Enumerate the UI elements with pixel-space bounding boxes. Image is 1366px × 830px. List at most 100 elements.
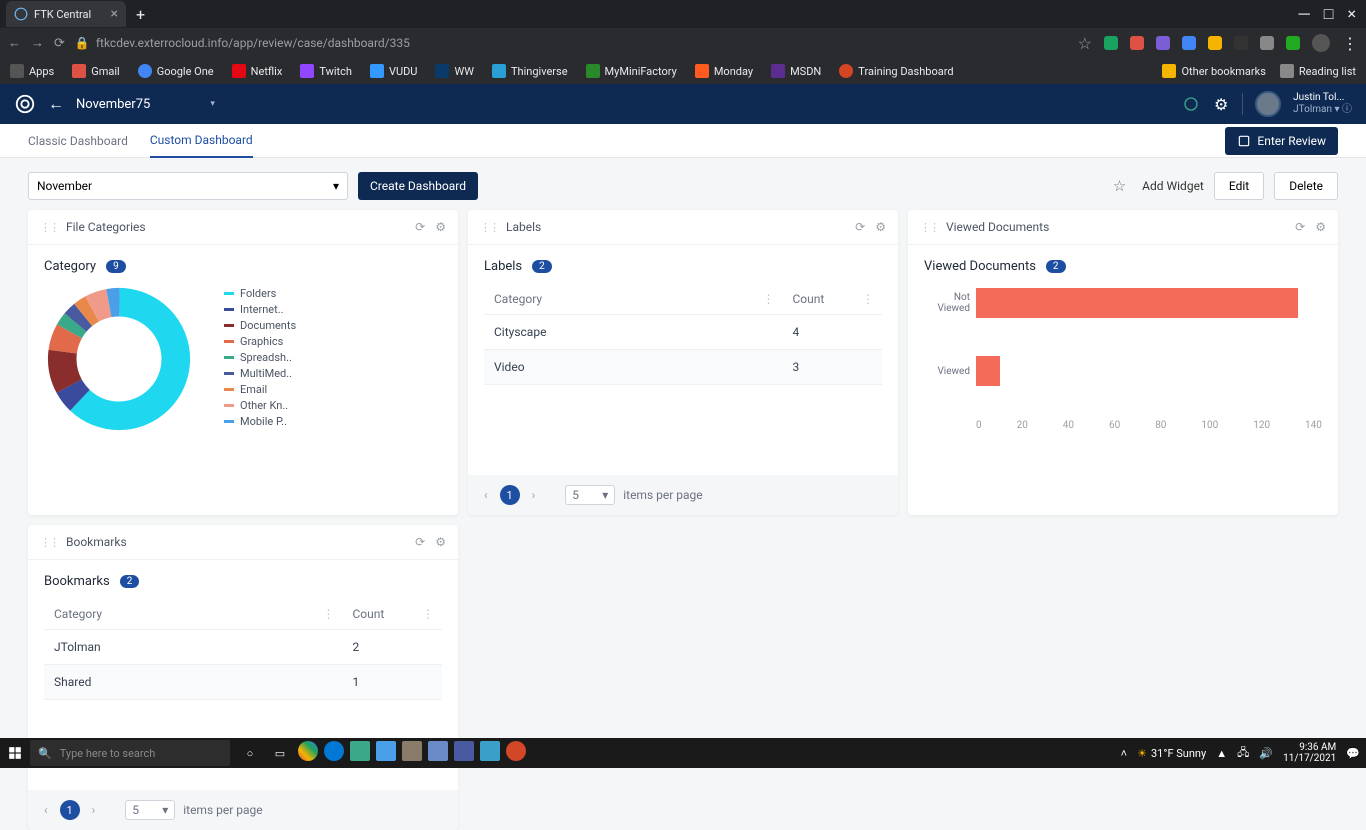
dashboard-select[interactable]: November ▾ [28, 172, 348, 200]
reading-list[interactable]: Reading list [1280, 64, 1356, 78]
column-menu-icon[interactable]: ⋮ [323, 607, 335, 621]
legend-item[interactable]: Internet.. [224, 303, 296, 316]
app-icon[interactable] [480, 741, 500, 761]
bookmark-item[interactable]: MyMiniFactory [586, 64, 677, 78]
powerpoint-icon[interactable] [506, 741, 526, 761]
bookmark-item[interactable]: Google One [138, 64, 214, 78]
tab-custom-dashboard[interactable]: Custom Dashboard [150, 124, 253, 158]
legend-item[interactable]: MultiMed.. [224, 367, 296, 380]
extension-icon[interactable] [1130, 36, 1144, 50]
bookmark-item[interactable]: WW [435, 64, 474, 78]
tray-icon[interactable]: ▲ [1216, 747, 1227, 760]
gear-icon[interactable]: ⚙ [435, 220, 446, 234]
back-icon[interactable]: ← [8, 35, 21, 51]
bookmark-apps[interactable]: Apps [10, 64, 54, 78]
weather-widget[interactable]: ☀31°F Sunny [1137, 747, 1206, 760]
delete-button[interactable]: Delete [1274, 172, 1338, 200]
bookmark-item[interactable]: Training Dashboard [839, 64, 953, 78]
extension-icon[interactable] [1286, 36, 1300, 50]
table-row[interactable]: JTolman2 [44, 630, 442, 665]
column-menu-icon[interactable]: ⋮ [763, 292, 775, 306]
forward-icon[interactable]: → [31, 35, 44, 51]
status-icon[interactable] [1182, 95, 1200, 113]
close-window-icon[interactable]: × [1347, 4, 1356, 24]
drag-handle-icon[interactable]: ⋮⋮ [920, 221, 938, 234]
back-arrow-icon[interactable]: ← [48, 94, 64, 114]
star-icon[interactable]: ☆ [1078, 34, 1092, 53]
drag-handle-icon[interactable]: ⋮⋮ [40, 536, 58, 549]
legend-item[interactable]: Documents [224, 319, 296, 332]
table-row[interactable]: Shared1 [44, 665, 442, 700]
new-tab-button[interactable]: + [136, 5, 145, 24]
refresh-icon[interactable]: ⟳ [1295, 220, 1305, 234]
gear-icon[interactable]: ⚙ [435, 535, 446, 549]
extension-icon[interactable] [1234, 36, 1248, 50]
favorite-icon[interactable]: ☆ [1113, 177, 1126, 195]
legend-item[interactable]: Email [224, 383, 296, 396]
add-widget-button[interactable]: Add Widget [1136, 179, 1204, 193]
page-size-select[interactable]: 5▾ [125, 800, 175, 820]
chrome-icon[interactable] [298, 741, 318, 761]
edge-icon[interactable] [324, 741, 344, 761]
drag-handle-icon[interactable]: ⋮⋮ [40, 221, 58, 234]
column-menu-icon[interactable]: ⋮ [862, 292, 874, 306]
minimize-icon[interactable]: ─ [1298, 4, 1309, 24]
url-field[interactable]: 🔒 ftkcdev.exterrocloud.info/app/review/c… [75, 36, 410, 50]
bookmark-item[interactable]: Netflix [232, 64, 283, 78]
bar-not-viewed[interactable] [976, 288, 1298, 318]
table-row[interactable]: Cityscape4 [484, 315, 882, 350]
column-menu-icon[interactable]: ⋮ [422, 607, 434, 621]
page-next-icon[interactable]: › [88, 803, 100, 817]
page-number[interactable]: 1 [500, 485, 520, 505]
page-prev-icon[interactable]: ‹ [480, 488, 492, 502]
app-icon[interactable] [454, 741, 474, 761]
column-header-count[interactable]: Count⋮ [783, 284, 883, 315]
app-icon[interactable] [428, 741, 448, 761]
legend-item[interactable]: Spreadsh.. [224, 351, 296, 364]
drag-handle-icon[interactable]: ⋮⋮ [480, 221, 498, 234]
refresh-icon[interactable]: ⟳ [415, 220, 425, 234]
refresh-icon[interactable]: ⟳ [855, 220, 865, 234]
task-view-icon[interactable]: ▭ [268, 741, 292, 765]
create-dashboard-button[interactable]: Create Dashboard [358, 172, 478, 200]
bar-viewed[interactable] [976, 356, 1000, 386]
table-row[interactable]: Video3 [484, 350, 882, 385]
bookmark-item[interactable]: VUDU [370, 64, 418, 78]
refresh-icon[interactable]: ⟳ [415, 535, 425, 549]
bookmark-item[interactable]: Thingiverse [492, 64, 568, 78]
extension-icon[interactable] [1156, 36, 1170, 50]
bookmark-item[interactable]: Twitch [300, 64, 352, 78]
page-size-select[interactable]: 5▾ [565, 485, 615, 505]
column-header-count[interactable]: Count⋮ [343, 599, 443, 630]
browser-tab[interactable]: FTK Central × [6, 1, 126, 27]
info-icon[interactable]: ⓘ [1342, 104, 1352, 115]
reload-icon[interactable]: ⟳ [54, 36, 65, 51]
extension-icon[interactable] [1182, 36, 1196, 50]
page-next-icon[interactable]: › [528, 488, 540, 502]
legend-item[interactable]: Mobile P.. [224, 415, 296, 428]
menu-icon[interactable]: ⋮ [1342, 34, 1358, 53]
extension-icon[interactable] [1104, 36, 1118, 50]
edit-button[interactable]: Edit [1214, 172, 1264, 200]
volume-icon[interactable]: 🔊 [1259, 747, 1273, 760]
start-button[interactable] [0, 738, 30, 768]
bookmark-item[interactable]: Monday [695, 64, 753, 78]
chevron-down-icon[interactable]: ▾ [210, 99, 215, 109]
column-header-category[interactable]: Category⋮ [44, 599, 343, 630]
network-icon[interactable]: 🖧 [1237, 744, 1249, 763]
gear-icon[interactable]: ⚙ [1315, 220, 1326, 234]
cortana-icon[interactable]: ○ [238, 741, 262, 765]
legend-item[interactable]: Folders [224, 287, 296, 300]
maximize-icon[interactable]: □ [1324, 4, 1334, 24]
tray-expand-icon[interactable]: ˄ [1121, 747, 1127, 760]
column-header-category[interactable]: Category⋮ [484, 284, 783, 315]
notification-icon[interactable]: 💬 [1346, 747, 1360, 760]
app-icon[interactable] [376, 741, 396, 761]
close-icon[interactable]: × [111, 6, 118, 22]
gear-icon[interactable]: ⚙ [875, 220, 886, 234]
other-bookmarks[interactable]: Other bookmarks [1162, 64, 1265, 78]
avatar[interactable] [1255, 91, 1281, 117]
enter-review-button[interactable]: Enter Review [1225, 127, 1338, 155]
legend-item[interactable]: Other Kn.. [224, 399, 296, 412]
page-number[interactable]: 1 [60, 800, 80, 820]
